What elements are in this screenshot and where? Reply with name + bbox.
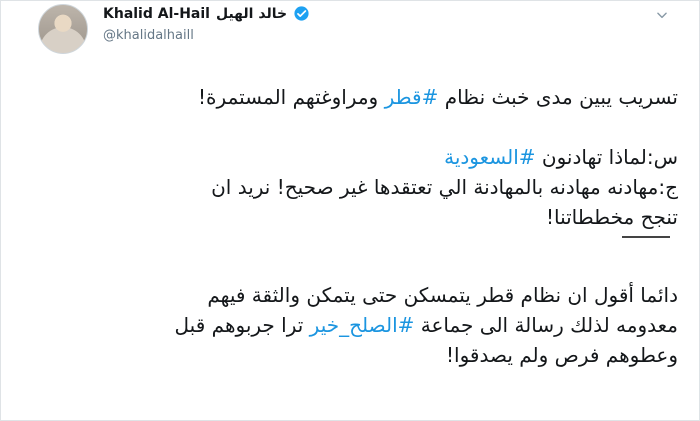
paragraph3-line-3: وعطوهم فرص ولم يصدقوا! bbox=[446, 343, 678, 367]
question-line: س:لماذا تهادنون #السعودية bbox=[38, 142, 678, 172]
arabic-display-name[interactable]: خالد الهيل bbox=[216, 6, 287, 22]
paragraph3-line-2: معدومه لذلك رسالة الى جماعة #الصلح_خير ت… bbox=[38, 310, 678, 340]
display-name[interactable]: Khalid Al-Hail bbox=[103, 6, 210, 22]
text-segment: معدومه لذلك رسالة الى جماعة bbox=[414, 313, 678, 337]
avatar[interactable] bbox=[38, 4, 88, 54]
author-name-row[interactable]: Khalid Al-Hail خالد الهيل bbox=[103, 5, 310, 22]
hashtag-qatar[interactable]: #قطر bbox=[385, 85, 439, 109]
paragraph3-line-1: دائما أقول ان نظام قطر يتمسكن حتى يتمكن … bbox=[207, 283, 678, 307]
text-segment: ترا جربوهم قبل bbox=[174, 313, 310, 337]
answer-line-1: ج:مهادنه مهادنه بالمهادنة الي تعتقدها غي… bbox=[211, 175, 678, 199]
chevron-down-icon[interactable] bbox=[654, 8, 670, 24]
text-segment: تسريب يبين مدى خبث نظام bbox=[438, 85, 678, 109]
tweet-line-1: تسريب يبين مدى خبث نظام #قطر ومراوغتهم ا… bbox=[38, 82, 678, 112]
divider bbox=[622, 236, 670, 250]
text-segment: ومراوغتهم المستمرة! bbox=[198, 85, 385, 109]
verified-badge-icon bbox=[293, 5, 310, 22]
text-segment: س:لماذا تهادنون bbox=[535, 145, 678, 169]
hashtag-saudi[interactable]: #السعودية bbox=[444, 145, 535, 169]
author-handle[interactable]: @khalidalhaill bbox=[103, 28, 194, 43]
answer-line-2: تنجح مخططاتنا! bbox=[545, 205, 678, 229]
hashtag-reconciliation[interactable]: #الصلح_خير bbox=[310, 313, 415, 337]
tweet-text: تسريب يبين مدى خبث نظام #قطر ومراوغتهم ا… bbox=[38, 82, 678, 370]
